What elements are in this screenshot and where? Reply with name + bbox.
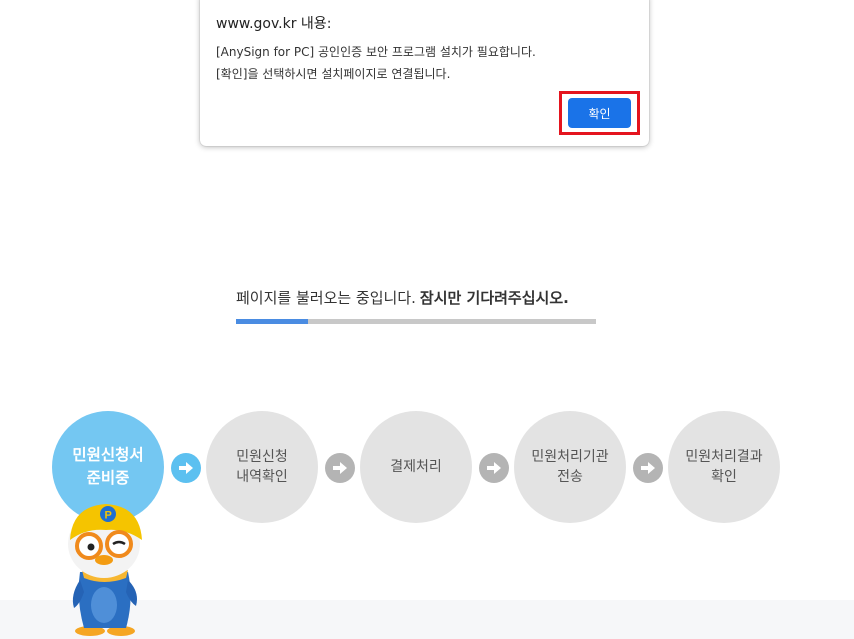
loading-text: 페이지를 불러오는 중입니다. (236, 289, 416, 307)
penguin-mascot-icon: P (64, 500, 154, 639)
step-2: 민원신청 내역확인 (206, 411, 318, 523)
progress-fill (236, 319, 308, 324)
step-1-line1: 민원신청서 (72, 446, 144, 464)
dialog-message-line1: [AnySign for PC] 공인인증 보안 프로그램 설치가 필요합니다. (216, 45, 536, 59)
step-4-line1: 민원처리기관 (531, 449, 609, 465)
step-4: 민원처리기관 전송 (514, 411, 626, 523)
arrow-right-circle-icon (171, 453, 201, 483)
loading-text-strong: 잠시만 기다려주십시오. (419, 289, 569, 307)
progress-bar (236, 319, 596, 324)
step-5: 민원처리결과 확인 (668, 411, 780, 523)
dialog-title: www.gov.kr 내용: (216, 16, 332, 32)
arrow-right-circle-icon (633, 453, 663, 483)
step-2-line1: 민원신청 (236, 449, 288, 465)
step-3-line1: 결제처리 (390, 459, 442, 475)
loading-message: 페이지를 불러오는 중입니다. 잠시만 기다려주십시오. (236, 287, 569, 308)
step-2-line2: 내역확인 (236, 469, 288, 485)
step-5-line1: 민원처리결과 (685, 449, 763, 465)
step-3: 결제처리 (360, 411, 472, 523)
step-4-line2: 전송 (557, 469, 583, 485)
dialog-message-line2: [확인]을 선택하시면 설치페이지로 연결됩니다. (216, 67, 451, 81)
arrow-right-circle-icon (325, 453, 355, 483)
arrow-right-circle-icon (479, 453, 509, 483)
step-5-line2: 확인 (711, 469, 737, 485)
ok-button[interactable]: 확인 (568, 98, 631, 128)
step-1-line2: 준비중 (86, 469, 130, 487)
svg-text:P: P (105, 510, 112, 522)
alert-dialog: www.gov.kr 내용: [AnySign for PC] 공인인증 보안 … (200, 0, 649, 146)
